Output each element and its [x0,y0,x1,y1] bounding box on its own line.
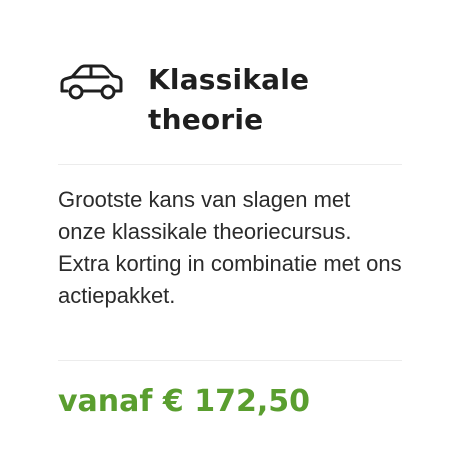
car-icon [58,63,124,103]
card-header: Klassikale theorie [58,60,388,140]
card-description: Grootste kans van slagen met onze klassi… [58,187,402,308]
card-title: Klassikale theorie [148,63,310,136]
price-label: vanaf € 172,50 [58,384,310,419]
divider-bottom [58,360,402,361]
divider-top [58,164,402,165]
course-card: Klassikale theorie Grootste kans van sla… [0,0,464,458]
